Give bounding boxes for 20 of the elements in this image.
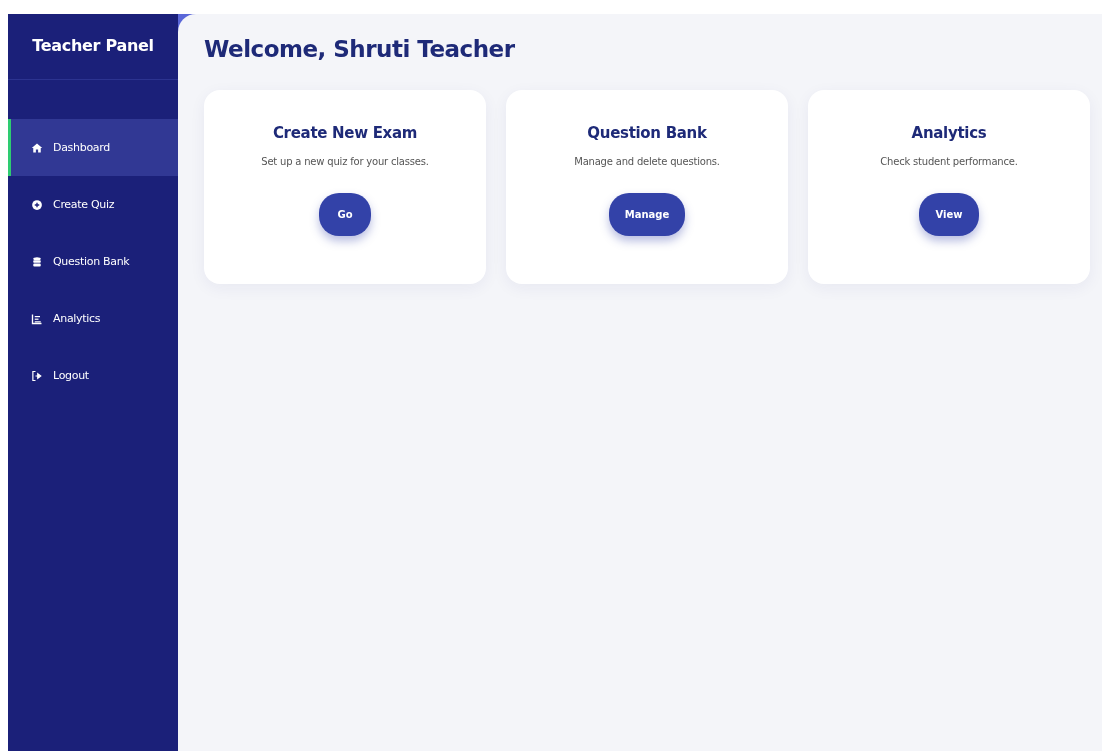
nav-item[interactable]: Question Bank xyxy=(8,233,178,290)
plus-circle-icon xyxy=(31,198,43,211)
card-description: Manage and delete questions. xyxy=(574,156,720,167)
welcome-heading: Welcome, Shruti Teacher xyxy=(204,36,516,62)
nav-item[interactable]: Analytics xyxy=(8,290,178,347)
card-title: Analytics xyxy=(911,124,987,142)
logout-icon xyxy=(31,369,43,382)
home-icon xyxy=(31,141,43,154)
card-description: Check student performance. xyxy=(880,156,1018,167)
card-title: Question Bank xyxy=(587,124,707,142)
nav-item[interactable]: Dashboard xyxy=(8,119,178,176)
database-icon xyxy=(31,255,43,268)
chart-icon xyxy=(31,312,43,325)
card-description: Set up a new quiz for your classes. xyxy=(261,156,429,167)
nav-item[interactable]: Create Quiz xyxy=(8,176,178,233)
nav-item[interactable]: Logout xyxy=(8,347,178,404)
action-button[interactable]: Manage xyxy=(608,193,686,236)
action-button[interactable]: View xyxy=(919,193,979,236)
card-title: Create New Exam xyxy=(272,124,418,142)
action-button[interactable]: Go xyxy=(319,193,371,236)
